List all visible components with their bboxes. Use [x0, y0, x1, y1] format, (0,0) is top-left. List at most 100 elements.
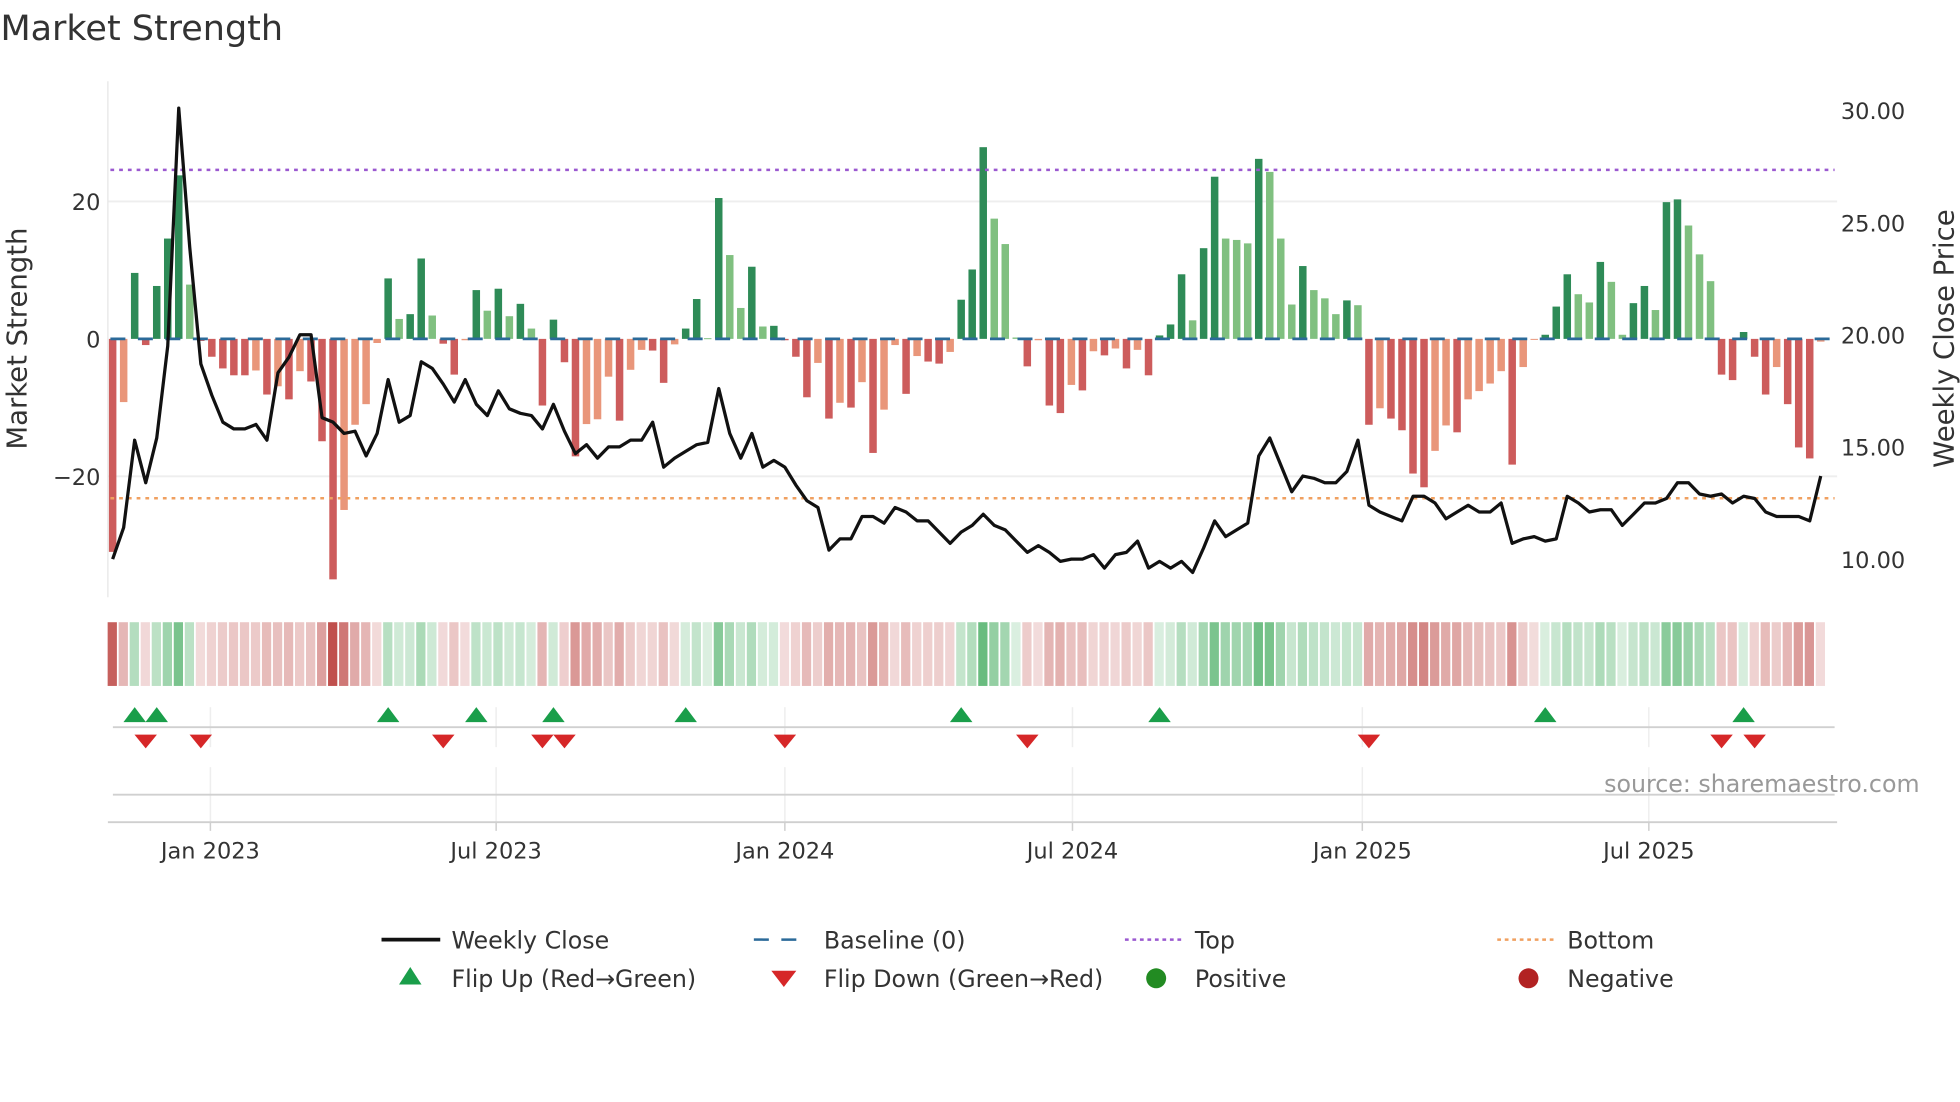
negative-bar: [858, 338, 866, 383]
heat-cell: [1154, 622, 1164, 686]
positive-bar: [1254, 158, 1263, 339]
positive-bar: [1210, 176, 1219, 339]
heat-cell: [1055, 622, 1065, 686]
heat-cell: [1000, 622, 1010, 686]
heat-cell: [383, 622, 393, 686]
positive-bar: [1640, 285, 1649, 339]
negative-bar: [814, 338, 822, 363]
heat-cell: [394, 622, 404, 686]
heat-cell: [438, 622, 448, 686]
negative-bar: [1365, 338, 1373, 425]
positive-bar: [1684, 225, 1693, 339]
heat-cell: [1099, 622, 1109, 686]
positive-bar: [1277, 238, 1285, 339]
negative-bar: [847, 338, 855, 408]
strength-heat-strip: [107, 622, 1825, 686]
positive-bar: [428, 315, 436, 339]
positive-bar: [152, 285, 161, 339]
heat-cell: [956, 622, 966, 686]
flip-down-marker: [134, 734, 157, 749]
legend-label: Bottom: [1567, 926, 1654, 954]
negative-bar: [582, 338, 591, 425]
heat-cell: [768, 622, 779, 686]
positive-bar: [1199, 248, 1208, 339]
negative-bar: [1431, 338, 1439, 451]
heat-cell: [1760, 622, 1770, 686]
positive-bar: [1706, 281, 1715, 339]
positive-bar: [186, 284, 194, 339]
negative-bar: [1420, 338, 1428, 488]
heat-cell: [272, 622, 283, 686]
x-tick-label: Jan 2023: [159, 838, 260, 864]
heat-cell: [658, 622, 668, 686]
heat-cell: [1595, 622, 1605, 686]
heat-cell: [294, 622, 305, 686]
negative-bar: [241, 338, 249, 376]
heat-cell: [989, 622, 999, 686]
positive-bar: [1232, 239, 1241, 339]
heat-cell: [603, 622, 613, 686]
heat-cell: [1474, 622, 1484, 686]
flip-down-marker: [531, 734, 554, 749]
negative-bar: [252, 338, 260, 371]
legend-label: Flip Up (Red→Green): [451, 965, 696, 993]
flip-down-marker: [431, 734, 455, 749]
negative-bar: [1111, 338, 1120, 349]
positive-bar: [714, 198, 723, 339]
positive-bar: [990, 218, 998, 339]
positive-bar: [527, 328, 536, 339]
positive-bar: [979, 147, 987, 339]
negative-bar: [373, 338, 381, 344]
heat-cell: [515, 622, 525, 686]
heat-cell: [735, 622, 746, 686]
heat-cell: [1330, 622, 1341, 686]
heat-cell: [614, 622, 624, 686]
heat-cell: [162, 622, 172, 686]
heat-cell: [1540, 622, 1550, 686]
heat-cell: [1319, 622, 1330, 686]
legend-label: Negative: [1567, 965, 1673, 993]
negative-bar: [1453, 338, 1461, 433]
heat-cell: [923, 622, 933, 686]
negative-bar: [1475, 338, 1483, 392]
heat-cell: [350, 622, 360, 686]
left-tick-label: −20: [53, 465, 100, 491]
heat-cell: [724, 622, 735, 686]
heat-cell: [118, 622, 128, 686]
negative-bar: [1067, 338, 1076, 385]
negative-bar: [637, 338, 646, 350]
positive-bar: [759, 326, 767, 339]
heat-cell: [283, 622, 294, 686]
negative-bar: [615, 338, 624, 421]
heat-cell: [1551, 622, 1561, 686]
heat-cell: [1011, 622, 1021, 686]
positive-bar: [395, 318, 403, 339]
negative-bar: [1398, 338, 1406, 431]
negative-bar: [1761, 338, 1770, 395]
heat-cell: [372, 622, 382, 686]
right-tick-label: 25.00: [1841, 211, 1905, 237]
heat-cell: [1044, 622, 1054, 686]
negative-bar: [1772, 338, 1781, 368]
heat-cell: [1132, 622, 1142, 686]
heat-cell: [1782, 622, 1792, 686]
flip-up-marker: [123, 707, 146, 723]
negative-bar: [604, 338, 613, 377]
heat-cell: [592, 622, 602, 686]
heat-cell: [261, 622, 272, 686]
right-tick-label: 15.00: [1841, 436, 1905, 462]
negative-bar: [1805, 338, 1814, 459]
heat-cell: [1176, 622, 1186, 686]
negative-bar: [913, 338, 921, 357]
heat-cell: [1705, 622, 1715, 686]
negative-bar: [571, 338, 580, 457]
right-tick-label: 20.00: [1841, 323, 1905, 349]
market-strength-chart: Market Strength 20 0 −20 30.00 25.00 20.00 15…: [0, 9, 1960, 993]
heat-cell: [1650, 622, 1660, 686]
heat-cell: [504, 622, 514, 686]
positive-bar: [1596, 261, 1605, 339]
positive-bar: [1321, 298, 1329, 339]
heat-cell: [1165, 622, 1175, 686]
positive-bar: [1673, 199, 1682, 339]
heat-cell: [1617, 622, 1627, 686]
